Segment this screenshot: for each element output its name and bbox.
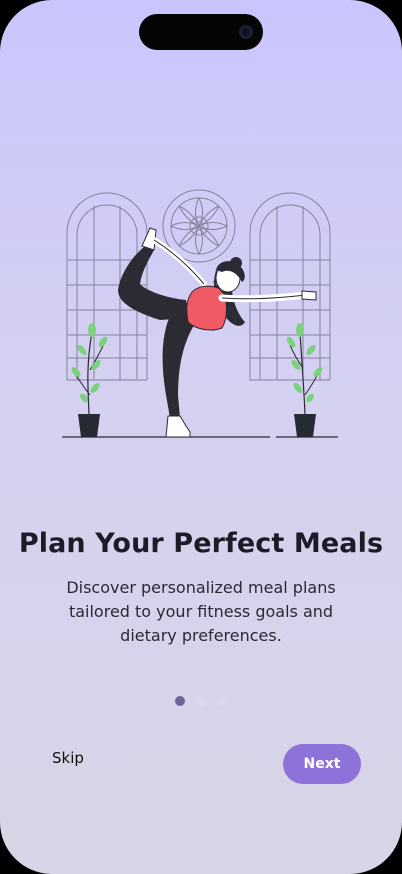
next-button[interactable]: Next bbox=[283, 744, 361, 784]
arched-window-icon bbox=[249, 192, 331, 381]
dynamic-island bbox=[139, 14, 263, 50]
onboarding-description: Discover personalized meal plans tailore… bbox=[66, 578, 336, 645]
page-indicator bbox=[0, 696, 402, 706]
camera-icon bbox=[239, 25, 253, 39]
yoga-illustration bbox=[62, 189, 338, 438]
skip-button[interactable]: Skip bbox=[52, 749, 84, 767]
onboarding-screen: Plan Your Perfect Meals Discover persona… bbox=[0, 0, 402, 874]
onboarding-title: Plan Your Perfect Meals bbox=[18, 528, 384, 559]
page-dot[interactable] bbox=[196, 696, 206, 706]
page-dot-active[interactable] bbox=[175, 696, 185, 706]
page-dot[interactable] bbox=[217, 696, 227, 706]
yoga-woman-figure bbox=[118, 227, 317, 438]
